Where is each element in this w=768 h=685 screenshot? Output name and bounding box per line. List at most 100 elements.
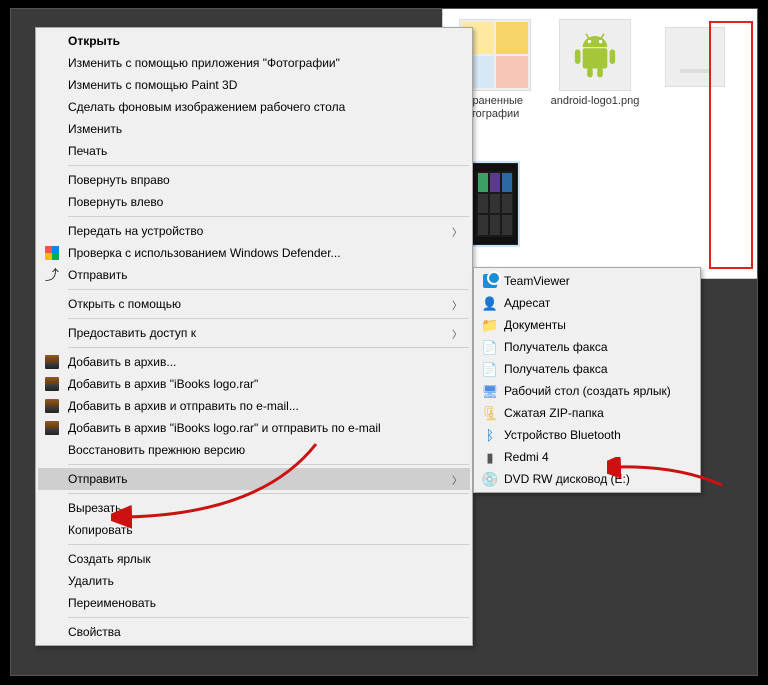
menu-item-label: Свойства	[68, 625, 121, 639]
menu-item[interactable]: Добавить в архив "iBooks logo.rar" и отп…	[38, 417, 470, 439]
submenu-item[interactable]: 🖥 Рабочий стол (создать ярлык)	[476, 380, 698, 402]
menu-item[interactable]: ⤴Отправить	[38, 264, 470, 286]
menu-item-label: Восстановить прежнюю версию	[68, 443, 245, 457]
menu-item[interactable]: Повернуть влево	[38, 191, 470, 213]
submenu-item[interactable]: ᛒ Устройство Bluetooth	[476, 424, 698, 446]
menu-item-label: Изменить с помощью Paint 3D	[68, 78, 237, 92]
menu-item[interactable]: Копировать	[38, 519, 470, 541]
share-icon: ⤴	[45, 265, 59, 285]
winrar-icon	[45, 399, 59, 413]
fax-icon: 📄	[482, 341, 498, 354]
submenu-item[interactable]: 📄 Получатель факса	[476, 358, 698, 380]
submenu-item[interactable]: ▮ Redmi 4	[476, 446, 698, 468]
bluetooth-icon: ᛒ	[486, 428, 494, 442]
chevron-right-icon: 〉	[452, 472, 462, 487]
menu-item-label: Добавить в архив и отправить по e-mail..…	[68, 399, 299, 413]
menu-item[interactable]: Открыть	[38, 30, 470, 52]
file-label: android-logo1.png	[551, 95, 640, 108]
menu-item[interactable]: Восстановить прежнюю версию	[38, 439, 470, 461]
winrar-icon	[45, 377, 59, 391]
winrar-icon	[45, 421, 59, 435]
menu-item-label: Изменить	[68, 122, 122, 136]
context-menu: Открыть Изменить с помощью приложения "Фо…	[35, 27, 473, 646]
menu-item[interactable]: Изменить	[38, 118, 470, 140]
submenu-item-label: Redmi 4	[504, 450, 549, 464]
menu-separator	[68, 165, 469, 166]
menu-separator	[68, 289, 469, 290]
zip-icon: 🗜	[481, 406, 499, 420]
menu-separator	[68, 617, 469, 618]
chevron-right-icon: 〉	[452, 224, 462, 239]
file-item[interactable]: android-logo1.png	[547, 17, 643, 129]
menu-item[interactable]: Предоставить доступ к 〉	[38, 322, 470, 344]
folder-icon: 📁	[481, 318, 498, 332]
winrar-icon	[45, 355, 59, 369]
menu-item-label: Передать на устройство	[68, 224, 203, 238]
disc-icon: 💿	[481, 472, 498, 486]
menu-item-label: Добавить в архив...	[68, 355, 176, 369]
menu-item-label: Повернуть вправо	[68, 173, 170, 187]
menu-item[interactable]: Добавить в архив и отправить по e-mail..…	[38, 395, 470, 417]
teamviewer-icon	[483, 274, 497, 288]
desktop-icon: 🖥	[482, 385, 499, 398]
submenu-item[interactable]: TeamViewer	[476, 270, 698, 292]
menu-item-label: Изменить с помощью приложения "Фотографи…	[68, 56, 340, 70]
menu-item-label: Повернуть влево	[68, 195, 163, 209]
submenu-item-label: Адресат	[504, 296, 550, 310]
menu-item-label: Открыть с помощью	[68, 297, 181, 311]
menu-item[interactable]: Проверка с использованием Windows Defend…	[38, 242, 470, 264]
menu-item[interactable]: Передать на устройство 〉	[38, 220, 470, 242]
menu-separator	[68, 318, 469, 319]
chevron-right-icon: 〉	[452, 326, 462, 341]
submenu-item[interactable]: 📁Документы	[476, 314, 698, 336]
submenu-item[interactable]: 🗜 Сжатая ZIP-папка	[476, 402, 698, 424]
menu-item-label: Проверка с использованием Windows Defend…	[68, 246, 341, 260]
menu-item[interactable]: Создать ярлык	[38, 548, 470, 570]
menu-item-label: Открыть	[68, 34, 120, 48]
menu-item[interactable]: Свойства	[38, 621, 470, 643]
chevron-right-icon: 〉	[452, 297, 462, 312]
menu-item-label: Копировать	[68, 523, 133, 537]
submenu-item[interactable]: 👤Адресат	[476, 292, 698, 314]
submenu-item-label: Получатель факса	[504, 340, 608, 354]
menu-separator	[68, 544, 469, 545]
menu-item[interactable]: Добавить в архив...	[38, 351, 470, 373]
menu-item[interactable]: Сделать фоновым изображением рабочего ст…	[38, 96, 470, 118]
thumbnail-webpage	[665, 27, 725, 87]
menu-item[interactable]: Печать	[38, 140, 470, 162]
menu-item-label: Добавить в архив "iBooks logo.rar"	[68, 377, 258, 391]
explorer-file-pane: храненные тографии	[442, 9, 757, 279]
thumbnail-android	[559, 19, 631, 91]
menu-item-label: Отправить	[68, 472, 128, 486]
menu-separator	[68, 216, 469, 217]
menu-item[interactable]: Изменить с помощью Paint 3D	[38, 74, 470, 96]
menu-separator	[68, 493, 469, 494]
submenu-item-label: Устройство Bluetooth	[504, 428, 621, 442]
menu-item-label: Сделать фоновым изображением рабочего ст…	[68, 100, 345, 114]
menu-item[interactable]: Добавить в архив "iBooks logo.rar"	[38, 373, 470, 395]
menu-item-label: Предоставить доступ к	[68, 326, 196, 340]
menu-item[interactable]: Изменить с помощью приложения "Фотографи…	[38, 52, 470, 74]
menu-item[interactable]: Удалить	[38, 570, 470, 592]
android-icon	[567, 27, 623, 83]
thumbnail-phone	[472, 163, 518, 245]
menu-separator	[68, 347, 469, 348]
device-icon: ▮	[486, 451, 493, 464]
menu-item-label: Создать ярлык	[68, 552, 151, 566]
defender-icon	[45, 246, 59, 260]
menu-item[interactable]: Повернуть вправо	[38, 169, 470, 191]
fax-icon: 📄	[482, 363, 498, 376]
menu-item[interactable]: Отправить 〉	[38, 468, 470, 490]
submenu-item-label: Сжатая ZIP-папка	[504, 406, 604, 420]
menu-item[interactable]: Вырезать	[38, 497, 470, 519]
submenu-item[interactable]: 📄 Получатель факса	[476, 336, 698, 358]
menu-item-label: Переименовать	[68, 596, 156, 610]
menu-item[interactable]: Переименовать	[38, 592, 470, 614]
submenu-item[interactable]: 💿DVD RW дисковод (E:)	[476, 468, 698, 490]
submenu-item-label: Получатель факса	[504, 362, 608, 376]
submenu-item-label: TeamViewer	[504, 274, 570, 288]
submenu-item-label: Рабочий стол (создать ярлык)	[504, 384, 671, 398]
file-item[interactable]	[647, 25, 743, 149]
send-to-submenu: TeamViewer 👤Адресат📁Документы 📄 Получатель …	[473, 267, 701, 493]
menu-item[interactable]: Открыть с помощью 〉	[38, 293, 470, 315]
